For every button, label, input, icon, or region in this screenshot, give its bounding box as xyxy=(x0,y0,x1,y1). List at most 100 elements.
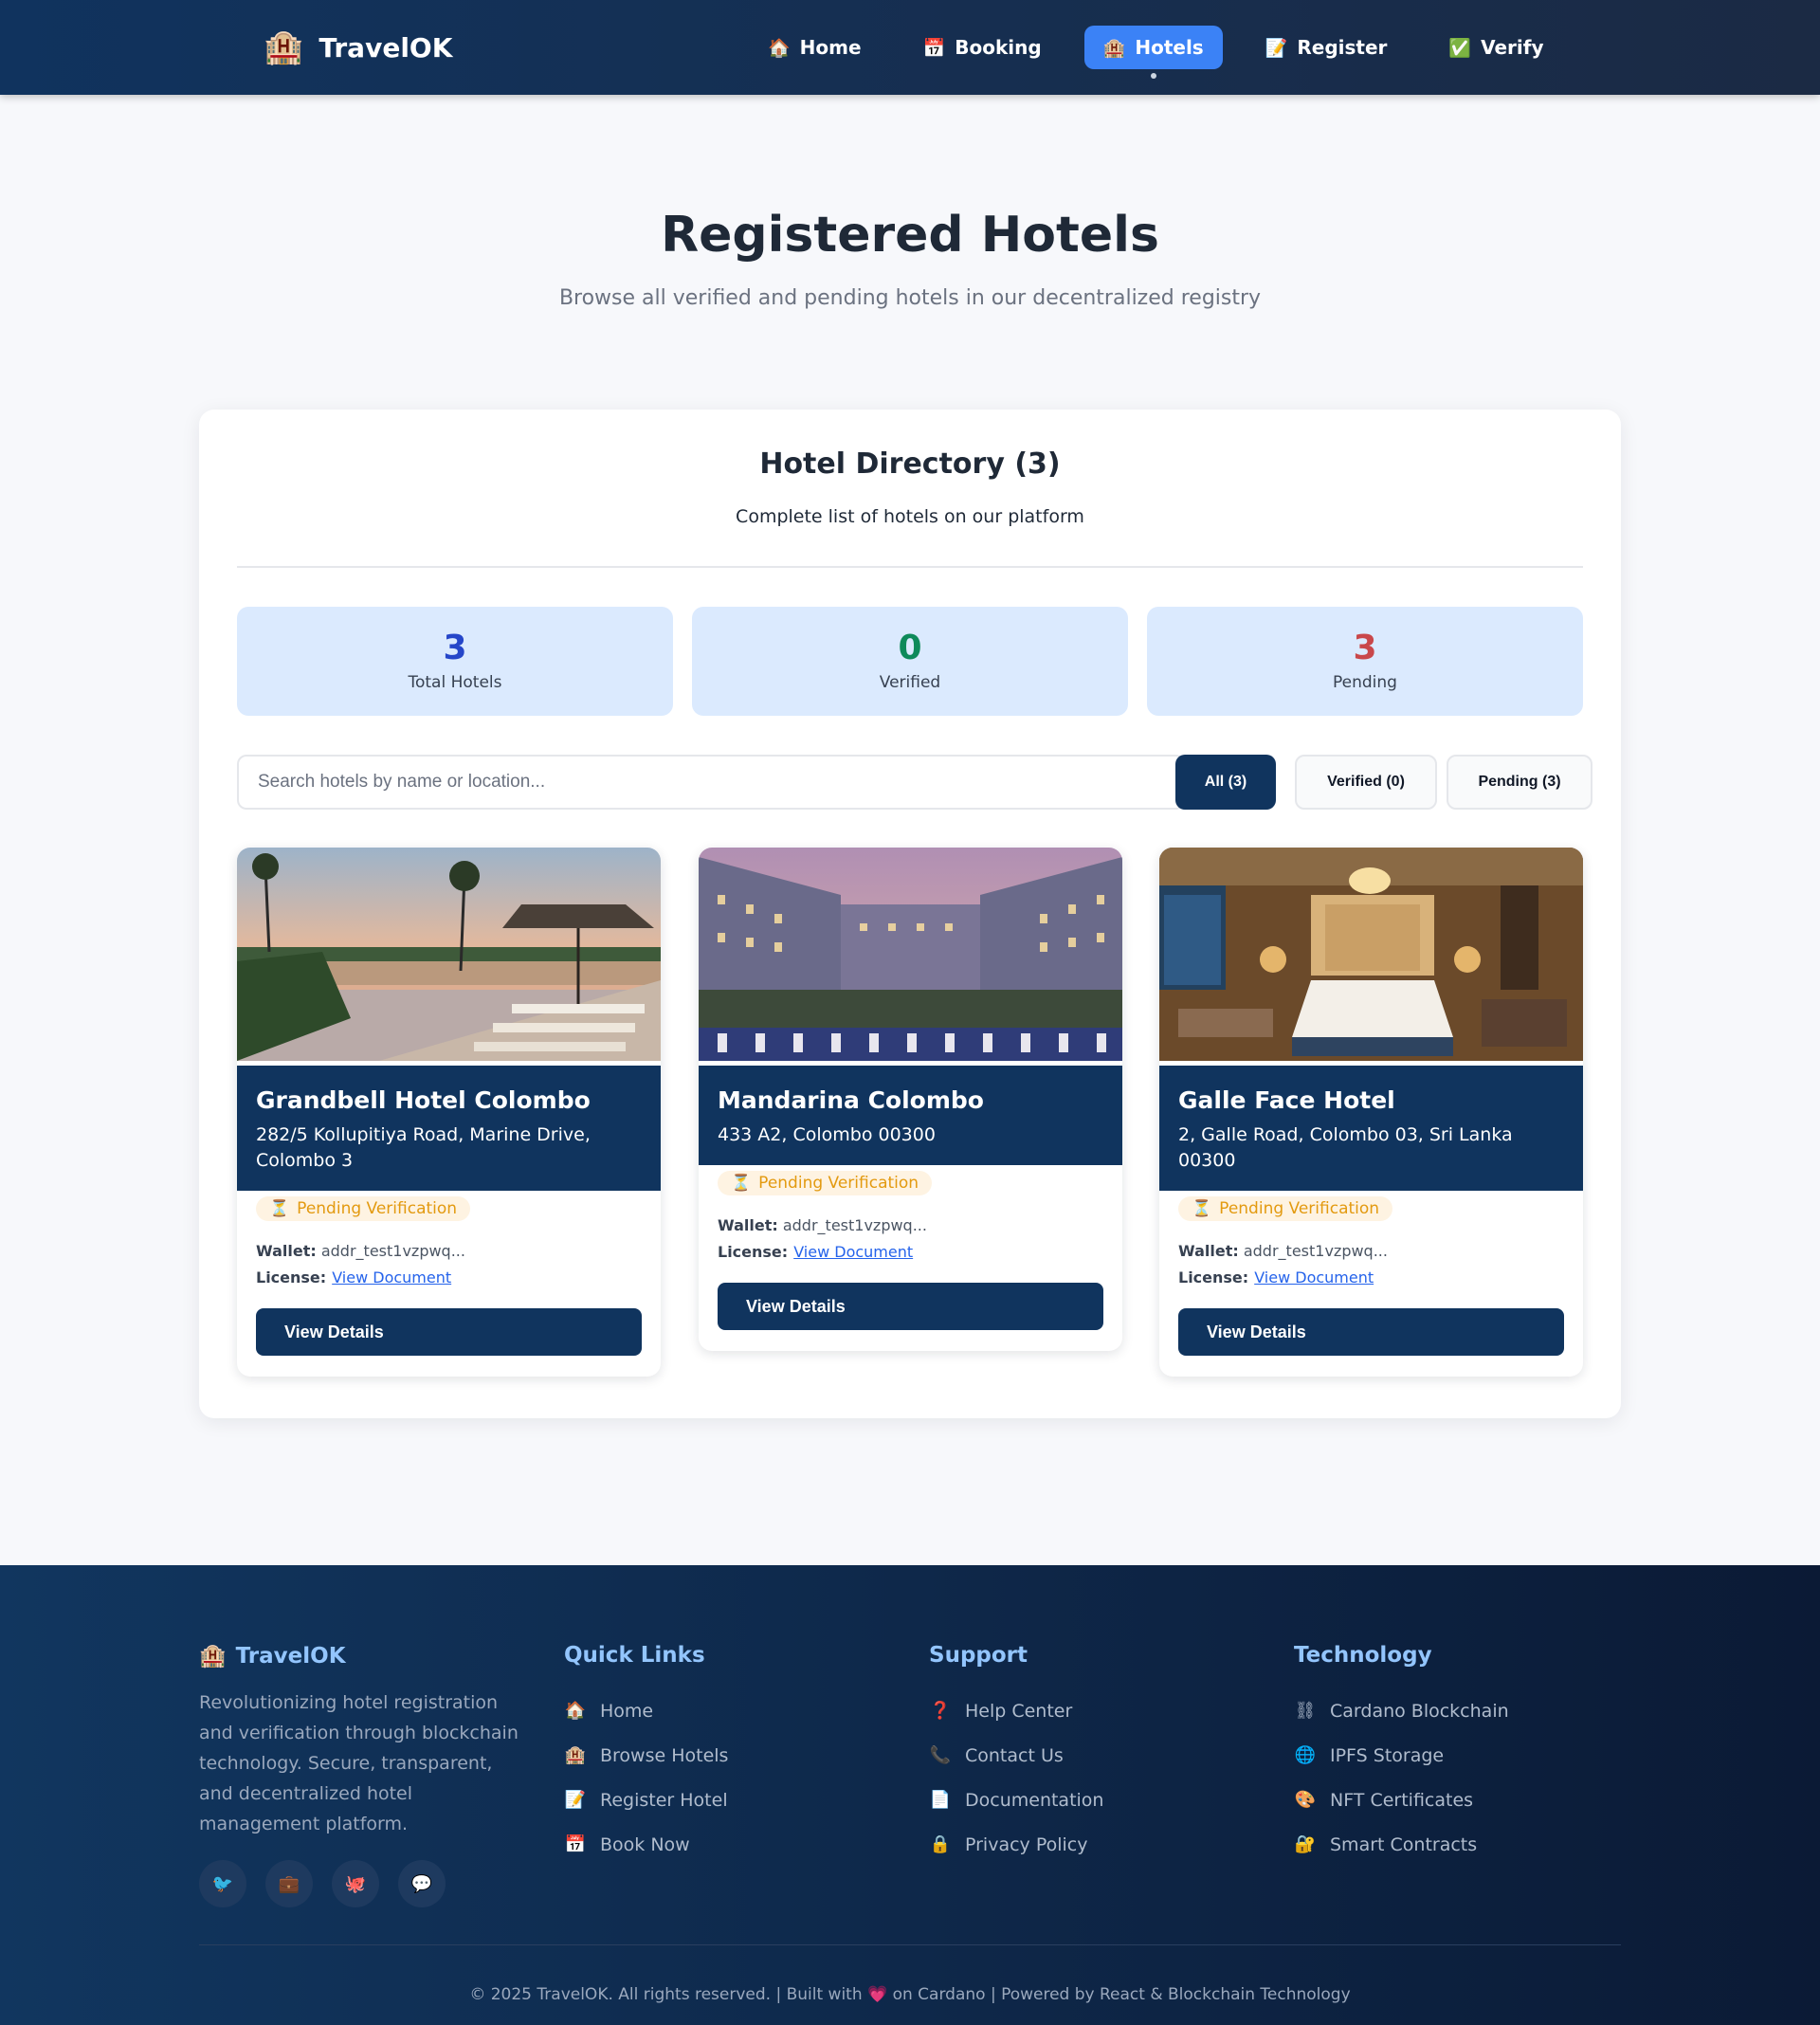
heart-icon: 💗 xyxy=(867,1985,888,2004)
hotel-image-bedroom xyxy=(1159,848,1583,1061)
hotel-name: Mandarina Colombo xyxy=(718,1086,984,1114)
twitter-icon[interactable]: 🐦 xyxy=(199,1860,246,1907)
hotel-icon: 🏨 xyxy=(199,1644,227,1669)
footer-brand: 🏨 TravelOK xyxy=(199,1643,526,1669)
footer-about: 🏨 TravelOK Revolutionizing hotel registr… xyxy=(199,1643,526,1907)
license-label: License: xyxy=(256,1268,327,1286)
filter-pending-button[interactable]: Pending (3) xyxy=(1447,755,1592,810)
stat-total: 3 Total Hotels xyxy=(237,607,673,716)
hourglass-icon: ⏳ xyxy=(1192,1199,1212,1218)
hotel-card-header: Galle Face Hotel 2, Galle Road, Colombo … xyxy=(1159,1066,1583,1191)
wallet-row: Wallet: addr_test1vzpwq... xyxy=(718,1213,1103,1239)
footer-link-label: Cardano Blockchain xyxy=(1330,1700,1509,1722)
view-document-link[interactable]: View Document xyxy=(332,1268,451,1286)
footer-link-ipfs[interactable]: 🌐 IPFS Storage xyxy=(1294,1733,1509,1778)
license-label: License: xyxy=(1178,1268,1249,1286)
filter-verified-button[interactable]: Verified (0) xyxy=(1295,755,1437,810)
footer-divider xyxy=(199,1944,1621,1945)
license-row: License: View Document xyxy=(256,1265,642,1291)
footer-link-cardano[interactable]: ⛓ Cardano Blockchain xyxy=(1294,1688,1509,1733)
lock-icon: 🔒 xyxy=(929,1834,952,1854)
search-input[interactable] xyxy=(237,755,1185,810)
footer-link-privacy-policy[interactable]: 🔒 Privacy Policy xyxy=(929,1822,1103,1867)
view-document-link[interactable]: View Document xyxy=(793,1243,913,1261)
hotel-image-courtyard xyxy=(699,848,1122,1061)
copyright-text: © 2025 TravelOK. All rights reserved. | … xyxy=(469,1985,863,2004)
page-subtitle: Browse all verified and pending hotels i… xyxy=(558,286,1262,310)
directory-title: Hotel Directory (3) xyxy=(759,447,1061,481)
footer-link-smart-contracts[interactable]: 🔐 Smart Contracts xyxy=(1294,1822,1509,1867)
wallet-row: Wallet: addr_test1vzpwq... xyxy=(1178,1238,1564,1265)
footer-description: Revolutionizing hotel registration and v… xyxy=(199,1692,519,1834)
nav-hotels[interactable]: 🏨 Hotels xyxy=(1083,26,1223,79)
hotel-name: Grandbell Hotel Colombo xyxy=(256,1086,591,1114)
stat-verified-label: Verified xyxy=(879,673,941,692)
wallet-address: addr_test1vzpwq... xyxy=(782,1216,927,1234)
footer-link-register-hotel[interactable]: 📝 Register Hotel xyxy=(564,1778,728,1822)
footer-link-book-now[interactable]: 📅 Book Now xyxy=(564,1822,728,1867)
footer-link-help-center[interactable]: ❓ Help Center xyxy=(929,1688,1103,1733)
status-text: Pending Verification xyxy=(1219,1199,1380,1218)
hotel-card: Grandbell Hotel Colombo 282/5 Kollupitiy… xyxy=(237,848,661,1377)
footer-support: Support ❓ Help Center 📞 Contact Us 📄 Docume… xyxy=(929,1643,1103,1867)
nav-booking[interactable]: 📅 Booking xyxy=(904,26,1061,69)
nav-register-label: Register xyxy=(1297,36,1388,59)
footer-link-browse-hotels[interactable]: 🏨 Browse Hotels xyxy=(564,1733,729,1778)
license-label: License: xyxy=(718,1243,789,1261)
wallet-row: Wallet: addr_test1vzpwq... xyxy=(256,1238,642,1265)
nav-links: 🏠 Home 📅 Booking 🏨 Hotels 📝 Register ✅ V… xyxy=(749,26,1587,79)
memo-icon: 📝 xyxy=(564,1790,587,1810)
view-details-button[interactable]: View Details xyxy=(1178,1308,1564,1356)
view-details-button[interactable]: View Details xyxy=(718,1283,1103,1330)
license-row: License: View Document xyxy=(1178,1265,1564,1291)
brand-name: TravelOK xyxy=(318,31,453,64)
footer-link-label: Help Center xyxy=(965,1700,1073,1722)
nav-verify[interactable]: ✅ Verify xyxy=(1429,26,1562,69)
footer-link-home[interactable]: 🏠 Home xyxy=(564,1688,728,1733)
footer-technology: Technology ⛓ Cardano Blockchain 🌐 IPFS Sto… xyxy=(1294,1643,1509,1867)
wallet-label: Wallet: xyxy=(1178,1242,1239,1260)
footer-link-contact-us[interactable]: 📞 Contact Us xyxy=(929,1733,1103,1778)
wallet-label: Wallet: xyxy=(718,1216,778,1234)
copyright-text-end: on Cardano | Powered by React & Blockcha… xyxy=(892,1985,1351,2004)
brand-logo[interactable]: 🏨 TravelOK xyxy=(264,28,452,66)
chat-icon[interactable]: 💬 xyxy=(398,1860,446,1907)
footer-link-label: Book Now xyxy=(600,1833,690,1855)
hotel-address: 2, Galle Road, Colombo 03, Sri Lanka 003… xyxy=(1178,1124,1513,1171)
view-details-button[interactable]: View Details xyxy=(256,1308,642,1356)
github-icon[interactable]: 🐙 xyxy=(332,1860,379,1907)
wallet-address: addr_test1vzpwq... xyxy=(320,1242,465,1260)
status-badge: ⏳ Pending Verification xyxy=(1178,1196,1393,1221)
footer-link-label: Smart Contracts xyxy=(1330,1833,1478,1855)
question-icon: ❓ xyxy=(929,1701,952,1721)
hotel-card-header: Grandbell Hotel Colombo 282/5 Kollupitiy… xyxy=(237,1066,661,1191)
memo-icon: 📝 xyxy=(1265,37,1288,59)
view-document-link[interactable]: View Document xyxy=(1254,1268,1374,1286)
copyright: © 2025 TravelOK. All rights reserved. | … xyxy=(0,1985,1820,2004)
footer-link-documentation[interactable]: 📄 Documentation xyxy=(929,1778,1104,1822)
nav-home[interactable]: 🏠 Home xyxy=(749,26,881,69)
footer-link-label: Home xyxy=(600,1700,654,1722)
footer-link-label: IPFS Storage xyxy=(1330,1744,1445,1766)
status-text: Pending Verification xyxy=(297,1199,458,1218)
status-badge: ⏳ Pending Verification xyxy=(256,1196,471,1221)
footer-link-nft[interactable]: 🎨 NFT Certificates xyxy=(1294,1778,1509,1822)
linkedin-icon[interactable]: 💼 xyxy=(265,1860,313,1907)
check-icon: ✅ xyxy=(1448,37,1472,59)
filter-all-button[interactable]: All (3) xyxy=(1175,755,1276,810)
footer-column-title: Technology xyxy=(1294,1643,1432,1668)
stat-pending: 3 Pending xyxy=(1147,607,1583,716)
hotel-meta: Wallet: addr_test1vzpwq... License: View … xyxy=(718,1213,1103,1266)
nav-register[interactable]: 📝 Register xyxy=(1247,26,1407,69)
hotel-icon: 🏨 xyxy=(264,28,304,66)
nav-verify-label: Verify xyxy=(1481,36,1544,59)
stat-total-value: 3 xyxy=(443,629,467,667)
globe-icon: 🌐 xyxy=(1294,1745,1317,1765)
chain-icon: ⛓ xyxy=(1294,1701,1317,1721)
house-icon: 🏠 xyxy=(564,1701,587,1721)
footer: 🏨 TravelOK Revolutionizing hotel registr… xyxy=(0,1565,1820,2025)
footer-quick-links: Quick Links 🏠 Home 🏨 Browse Hotels 📝 Regist… xyxy=(564,1643,728,1867)
calendar-icon: 📅 xyxy=(564,1834,587,1854)
footer-link-label: Register Hotel xyxy=(600,1789,728,1811)
filter-bar: All (3) Verified (0) Pending (3) xyxy=(237,755,1592,810)
